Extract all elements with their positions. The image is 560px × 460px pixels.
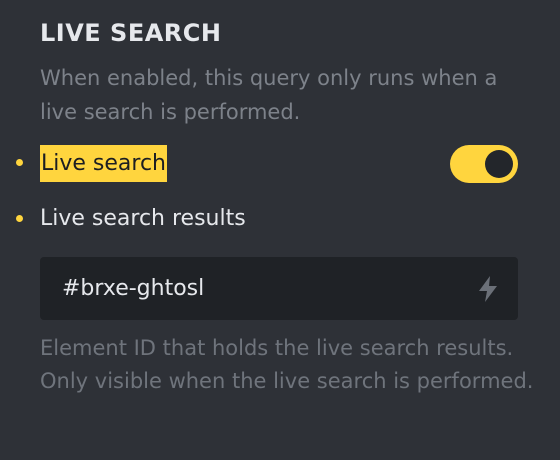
section-description: When enabled, this query only runs when … <box>40 66 498 124</box>
live-search-toggle[interactable] <box>450 145 518 183</box>
section-title: LIVE SEARCH <box>40 19 222 47</box>
live-search-results-input[interactable] <box>62 257 462 320</box>
live-search-row: Live search <box>0 143 560 183</box>
changed-indicator-dot <box>16 159 23 166</box>
live-search-results-help: Element ID that holds the live search re… <box>40 336 534 393</box>
live-search-label: Live search <box>40 145 167 182</box>
live-search-results-field <box>40 257 518 320</box>
bolt-icon[interactable] <box>476 275 500 303</box>
live-search-panel: LIVE SEARCH When enabled, this query onl… <box>0 0 560 460</box>
changed-indicator-dot <box>16 215 23 222</box>
live-search-results-label: Live search results <box>40 206 246 231</box>
toggle-knob <box>485 150 513 178</box>
live-search-results-row: Live search results <box>0 199 560 239</box>
